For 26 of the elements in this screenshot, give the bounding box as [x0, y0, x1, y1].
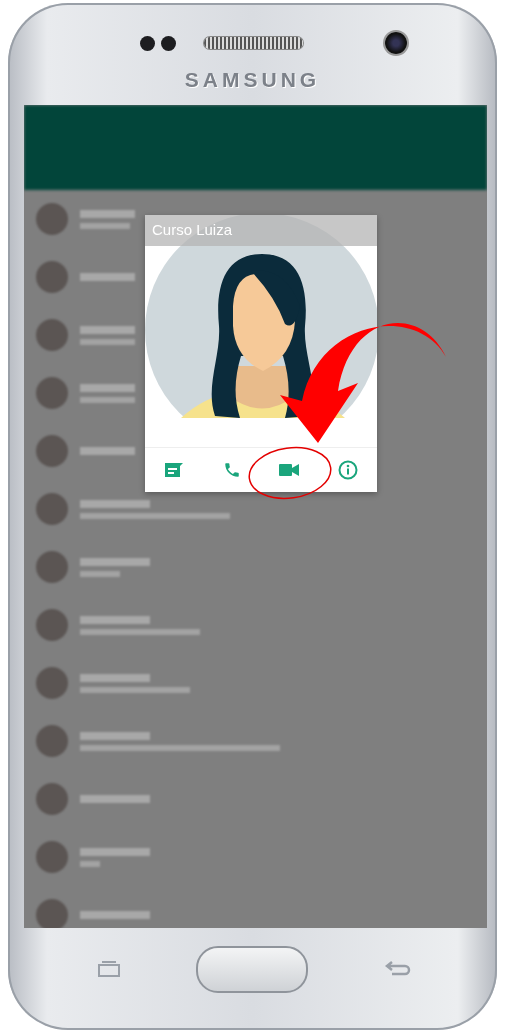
front-camera-icon — [385, 32, 407, 54]
avatar — [36, 493, 68, 525]
brand-logo: SAMSUNG — [184, 68, 321, 92]
avatar — [36, 841, 68, 873]
avatar — [36, 261, 68, 293]
sensor-icon — [161, 35, 176, 51]
avatar — [36, 609, 68, 641]
message-icon — [164, 461, 185, 479]
back-icon[interactable] — [384, 960, 412, 978]
home-button[interactable] — [196, 945, 308, 993]
avatar — [36, 377, 68, 409]
avatar — [36, 203, 68, 235]
curved-arrow-icon — [280, 323, 446, 443]
recent-apps-icon[interactable] — [98, 961, 120, 977]
video-camera-icon — [279, 463, 300, 477]
contact-name: Curso Luiza — [145, 215, 377, 246]
info-icon — [337, 460, 358, 480]
avatar — [36, 319, 68, 351]
avatar — [36, 435, 68, 467]
avatar — [36, 783, 68, 815]
avatar — [36, 551, 68, 583]
avatar — [36, 899, 68, 928]
phone-icon — [222, 461, 241, 479]
avatar — [36, 667, 68, 699]
sensor-icon — [140, 35, 155, 51]
avatar — [36, 725, 68, 757]
